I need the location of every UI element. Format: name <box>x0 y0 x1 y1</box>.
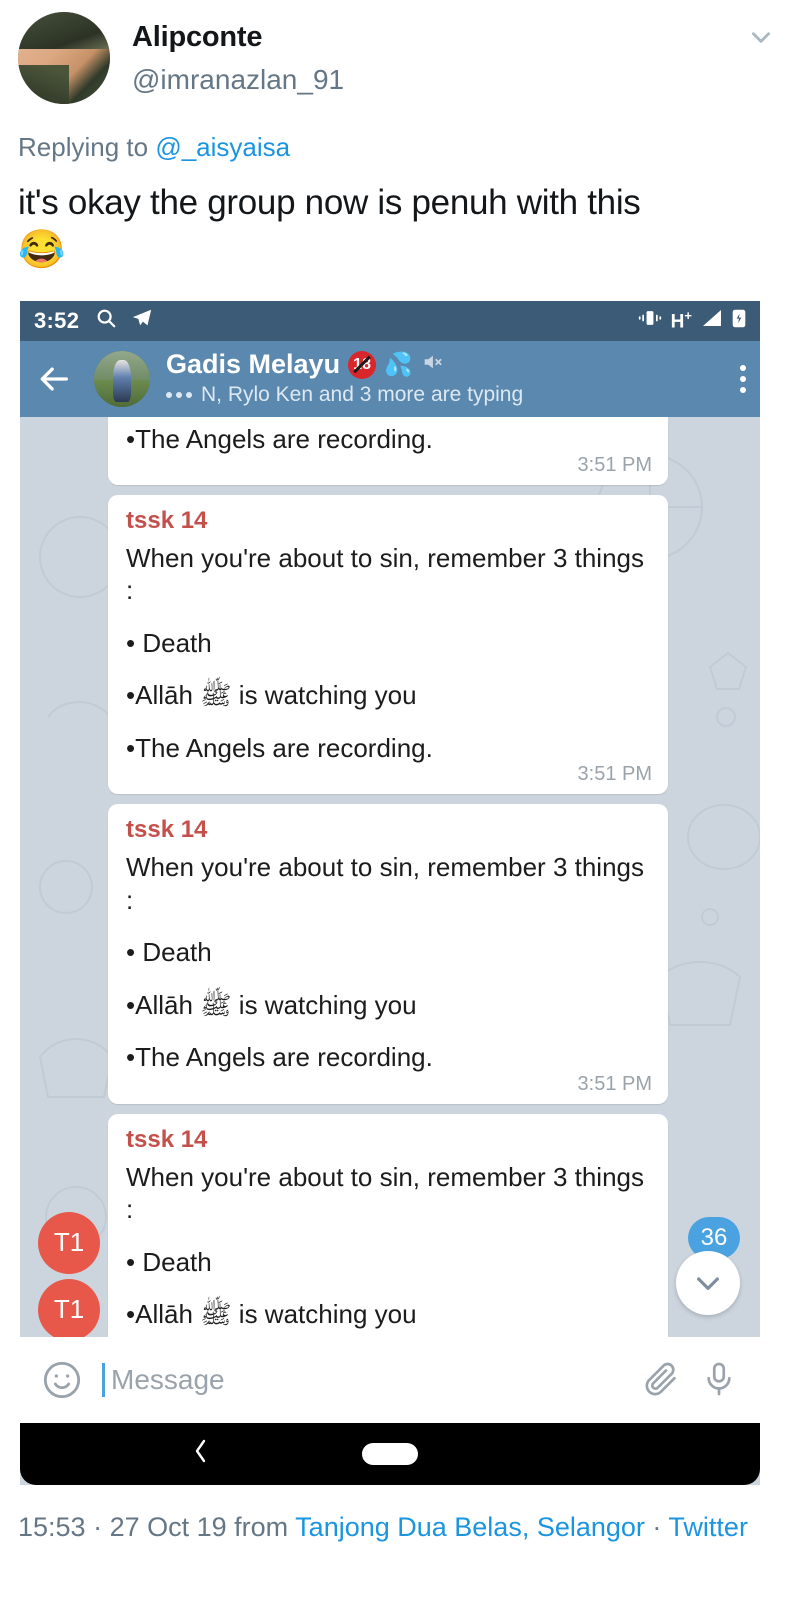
message-bubble[interactable]: •The Angels are recording. 3:51 PM <box>108 416 668 486</box>
sender-avatar-initials: T1 <box>53 1294 85 1325</box>
message-placeholder: Message <box>111 1363 225 1395</box>
replying-to-label: Replying to <box>18 132 156 162</box>
sender-avatar[interactable]: T1 <box>38 1278 100 1337</box>
chat-title-block[interactable]: Gadis Melayu 18 💦 N, Rylo Ken and 3 more… <box>166 350 728 407</box>
age-18-badge: 18 <box>348 351 377 380</box>
home-pill-icon[interactable] <box>362 1442 418 1465</box>
message-input-bar: Message <box>20 1336 760 1423</box>
message-timestamp: 3:51 PM <box>577 454 652 477</box>
tweet-client-link[interactable]: Twitter <box>668 1512 748 1542</box>
message-line: When you're about to sin, remember 3 thi… <box>126 542 645 606</box>
status-right-icons: H+ <box>638 308 746 333</box>
smiley-icon[interactable] <box>42 1360 82 1400</box>
droplets-emoji: 💦 <box>384 351 413 378</box>
age-18-label: 18 <box>353 356 371 374</box>
tweet-text-content: it's okay the group now is penuh with th… <box>18 183 641 223</box>
network-type: H+ <box>671 308 692 333</box>
display-name[interactable]: Alipconte <box>132 20 344 55</box>
tweet-date: 27 Oct 19 <box>109 1511 227 1542</box>
message-line: • Death <box>126 937 212 968</box>
sender-avatar[interactable]: T1 <box>38 1211 100 1274</box>
chat-title-row: Gadis Melayu 18 💦 <box>166 350 728 380</box>
status-time: 3:52 <box>34 307 80 333</box>
message-bubble[interactable]: tssk 14 When you're about to sin, rememb… <box>108 495 668 795</box>
android-nav-bar <box>20 1422 760 1485</box>
embedded-screenshot: 3:52 H+ Gadis Melayu 18 💦 N, Rylo Ken an… <box>20 300 760 1485</box>
tweet-location-link[interactable]: Tanjong Dua Belas, Selangor <box>295 1512 645 1542</box>
phone-status-bar: 3:52 H+ <box>20 300 760 341</box>
avatar-image-layer-top <box>18 12 110 49</box>
group-avatar-figure <box>113 359 131 403</box>
replying-to-mention[interactable]: @_aisyaisa <box>155 132 290 162</box>
tweet-text: it's okay the group now is penuh with th… <box>0 163 800 274</box>
avatar[interactable] <box>18 12 110 104</box>
message-sender[interactable]: tssk 14 <box>126 816 650 845</box>
typing-dots-icon <box>166 391 192 398</box>
message-line: •The Angels are recording. <box>126 423 433 454</box>
message-line: •The Angels are recording. <box>126 732 433 763</box>
telegram-plane-icon <box>131 307 153 334</box>
back-arrow-icon[interactable] <box>38 362 72 396</box>
network-letter: H <box>670 311 685 333</box>
message-input-field[interactable]: Message <box>102 1362 622 1397</box>
paperclip-icon[interactable] <box>642 1360 680 1400</box>
kebab-menu-icon[interactable] <box>728 364 746 393</box>
chevron-down-icon[interactable] <box>748 24 774 50</box>
message-timestamp: 3:51 PM <box>577 1072 652 1095</box>
sender-avatar-initials: T1 <box>53 1227 85 1258</box>
unread-count-label: 36 <box>700 1223 728 1251</box>
nav-back-icon[interactable] <box>192 1437 210 1470</box>
message-line: • Death <box>126 1246 212 1277</box>
message-line: •Allāh ﷺ is watching you <box>126 680 417 711</box>
author-names: Alipconte @imranazlan_91 <box>132 12 344 96</box>
messages-container: •The Angels are recording. 3:51 PM tssk … <box>20 416 760 1337</box>
avatar-image-layer-bottom <box>18 65 69 104</box>
message-bubble[interactable]: tssk 14 When you're about to sin, rememb… <box>108 1113 668 1337</box>
handle[interactable]: @imranazlan_91 <box>132 63 344 97</box>
typing-text: N, Rylo Ken and 3 more are typing <box>201 382 524 406</box>
tweet-emoji: 😂 <box>18 228 66 271</box>
vibrate-icon <box>638 309 662 332</box>
message-line: When you're about to sin, remember 3 thi… <box>126 1161 645 1225</box>
text-cursor <box>102 1362 105 1397</box>
message-timestamp: 3:51 PM <box>577 763 652 786</box>
mute-icon <box>421 350 443 380</box>
message-sender[interactable]: tssk 14 <box>126 507 650 536</box>
typing-status: N, Rylo Ken and 3 more are typing <box>166 383 728 407</box>
scroll-to-bottom-button[interactable] <box>676 1250 740 1315</box>
replying-to: Replying to @_aisyaisa <box>0 104 800 163</box>
footer-separator-2: · <box>644 1511 669 1542</box>
tweet-time: 15:53 <box>18 1511 86 1542</box>
network-plus: + <box>684 307 692 323</box>
message-bubble[interactable]: tssk 14 When you're about to sin, rememb… <box>108 804 668 1104</box>
tweet-header: Alipconte @imranazlan_91 <box>0 0 800 104</box>
message-line: When you're about to sin, remember 3 thi… <box>126 852 645 915</box>
battery-charging-icon <box>732 308 746 333</box>
chevron-down-icon <box>697 1277 719 1290</box>
message-line: •The Angels are recording. <box>126 1042 433 1073</box>
group-avatar[interactable] <box>94 350 150 407</box>
footer-separator-1: · <box>85 1511 110 1542</box>
message-line: •Allāh ﷺ is watching you <box>126 989 417 1020</box>
message-line: • Death <box>126 627 212 658</box>
chat-header: Gadis Melayu 18 💦 N, Rylo Ken and 3 more… <box>20 340 760 417</box>
chat-message-list[interactable]: •The Angels are recording. 3:51 PM tssk … <box>20 416 760 1337</box>
footer-from-label: from <box>226 1511 296 1542</box>
message-sender[interactable]: tssk 14 <box>126 1126 650 1155</box>
search-icon <box>95 307 117 334</box>
tweet-footer: 15:53 · 27 Oct 19 from Tanjong Dua Belas… <box>0 1485 800 1545</box>
message-line: •Allāh ﷺ is watching you <box>126 1299 417 1329</box>
signal-bars-icon <box>701 309 723 332</box>
status-left-icons <box>95 307 153 334</box>
microphone-icon[interactable] <box>700 1360 738 1400</box>
chat-title: Gadis Melayu <box>166 349 341 380</box>
